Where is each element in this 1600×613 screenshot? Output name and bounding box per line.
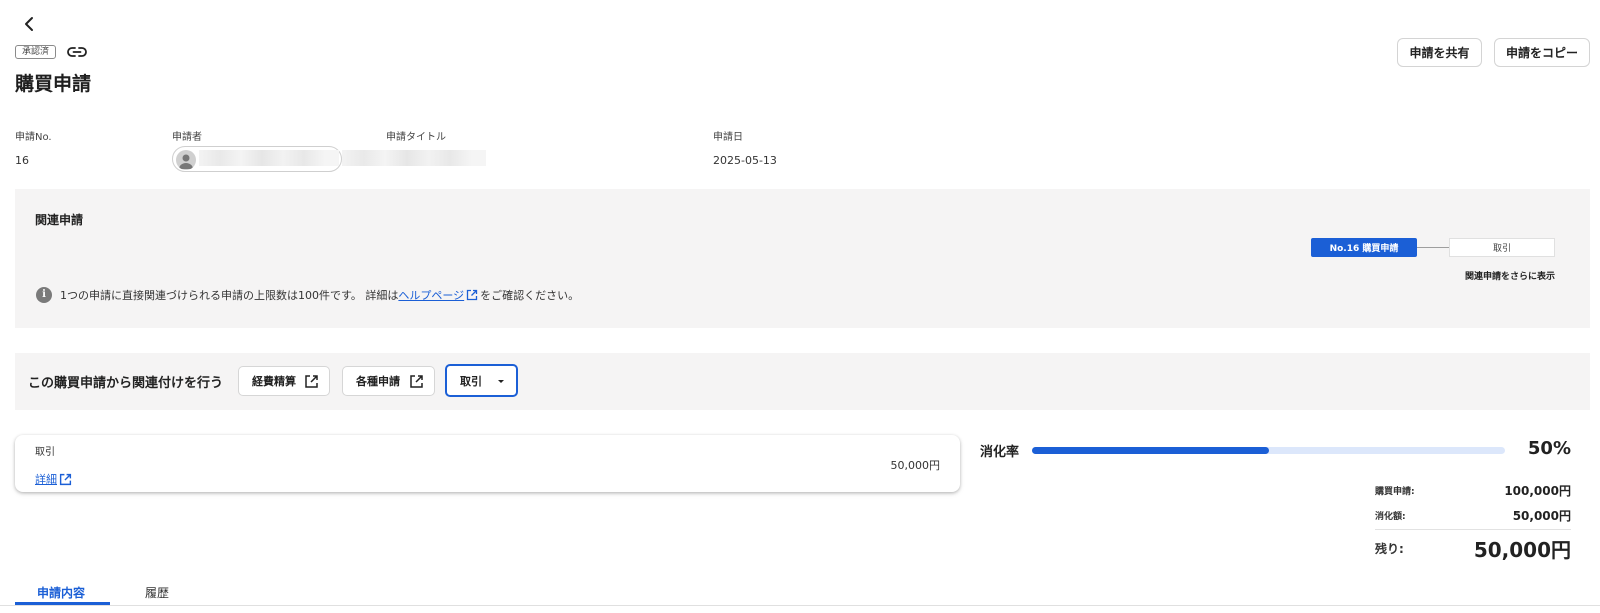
purchase-amount-value: 100,000円 (1504, 484, 1571, 498)
deal-card-title: 取引 (35, 447, 55, 458)
request-number-label: 申請No. (15, 132, 52, 143)
info-text-after: をご確認ください。 (480, 289, 580, 302)
external-link-icon (305, 374, 318, 388)
help-page-link[interactable]: ヘルプページ (398, 287, 464, 303)
request-title-redacted (342, 150, 486, 166)
request-date-value: 2025-05-13 (713, 154, 777, 167)
purchase-amount-label: 購買申請: (1375, 487, 1415, 497)
deal-dropdown-button[interactable]: 取引 (445, 364, 518, 397)
chevron-left-icon (25, 17, 33, 31)
caret-down-icon (498, 379, 504, 383)
related-requests-title: 関連申請 (35, 213, 84, 227)
applicant-name-redacted (199, 150, 339, 166)
show-more-related-link[interactable]: 関連申請をさらに表示 (1465, 269, 1555, 282)
status-badge: 承認済 (15, 45, 57, 59)
page-title: 購買申請 (15, 73, 92, 95)
external-link-icon (59, 473, 72, 485)
copy-link-button[interactable] (67, 44, 87, 60)
info-icon: i (36, 287, 52, 303)
request-number-value: 16 (15, 154, 29, 167)
applicant-label: 申請者 (172, 132, 202, 143)
info-message: 1つの申請に直接関連づけられる申請の上限数は100件です。 詳細は ヘルプページ… (60, 287, 579, 303)
expense-button[interactable]: 経費精算 (238, 366, 330, 396)
expense-button-label: 経費精算 (252, 375, 296, 388)
consumed-amount-value: 50,000円 (1512, 509, 1571, 523)
consumed-amount-label: 消化額: (1375, 512, 1406, 522)
user-icon (179, 154, 193, 169)
chain-connector (1417, 247, 1449, 248)
share-request-button[interactable]: 申請を共有 (1397, 38, 1482, 67)
chain-node-current[interactable]: No.16 購買申請 (1311, 238, 1417, 257)
consumption-rate-value: 50% (1527, 438, 1571, 459)
misc-request-button[interactable]: 各種申請 (342, 366, 435, 396)
copy-request-button[interactable]: 申請をコピー (1494, 38, 1590, 67)
external-link-icon (410, 374, 423, 388)
info-text-before: 1つの申請に直接関連づけられる申請の上限数は100件です。 詳細は (60, 289, 399, 302)
link-icon (67, 47, 87, 57)
request-title-label: 申請タイトル (386, 132, 446, 143)
remaining-label: 残り: (1375, 542, 1404, 556)
link-actions-label: この購買申請から関連付けを行う (28, 376, 224, 391)
deal-detail-link-label: 詳細 (35, 473, 57, 486)
related-requests-panel (15, 189, 1590, 328)
summary-divider (1375, 529, 1571, 530)
external-link-icon (467, 289, 478, 301)
tabs-divider (0, 605, 1600, 606)
avatar (176, 150, 196, 170)
misc-request-button-label: 各種申請 (356, 375, 400, 388)
tab-history[interactable]: 履歴 (145, 584, 169, 601)
consumption-rate-label: 消化率 (980, 445, 1020, 460)
deal-dropdown-label: 取引 (460, 374, 482, 388)
tab-request-content[interactable]: 申請内容 (37, 584, 85, 601)
deal-card-amount: 50,000円 (890, 459, 941, 472)
deal-card (15, 435, 960, 492)
remaining-value: 50,000円 (1473, 538, 1571, 562)
active-tab-indicator (15, 602, 110, 605)
request-date-label: 申請日 (713, 132, 743, 143)
deal-detail-link[interactable]: 詳細 (35, 471, 72, 487)
chain-node-deal[interactable]: 取引 (1449, 238, 1555, 257)
consumption-progress-fill (1032, 447, 1269, 454)
back-button[interactable] (20, 14, 40, 34)
